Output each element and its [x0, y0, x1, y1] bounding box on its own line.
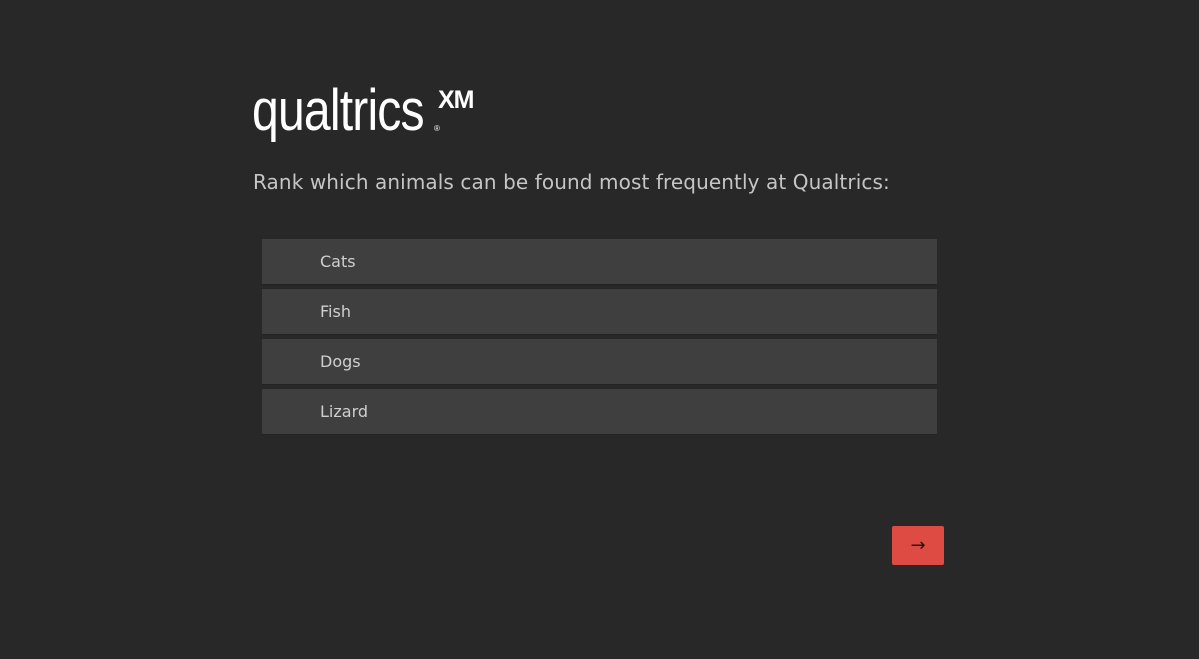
logo-registered-mark: ® — [434, 124, 440, 133]
rank-item-cats[interactable]: Cats — [262, 239, 937, 284]
qualtrics-xm-logo: qualtrics ® XM — [252, 78, 474, 152]
rank-item-label: Fish — [320, 302, 351, 321]
rank-item-lizard[interactable]: Lizard — [262, 389, 937, 434]
next-button[interactable]: → — [892, 526, 944, 565]
rank-item-dogs[interactable]: Dogs — [262, 339, 937, 384]
logo-xm-suffix: XM — [438, 86, 474, 114]
rank-item-label: Cats — [320, 252, 356, 271]
rank-item-label: Lizard — [320, 402, 369, 421]
rank-item-label: Dogs — [320, 352, 361, 371]
question-text: Rank which animals can be found most fre… — [253, 170, 890, 194]
arrow-right-icon: → — [910, 535, 926, 556]
logo-wordmark: qualtrics — [252, 78, 425, 143]
rank-item-fish[interactable]: Fish — [262, 289, 937, 334]
rank-order-list: Cats Fish Dogs Lizard — [262, 239, 937, 434]
